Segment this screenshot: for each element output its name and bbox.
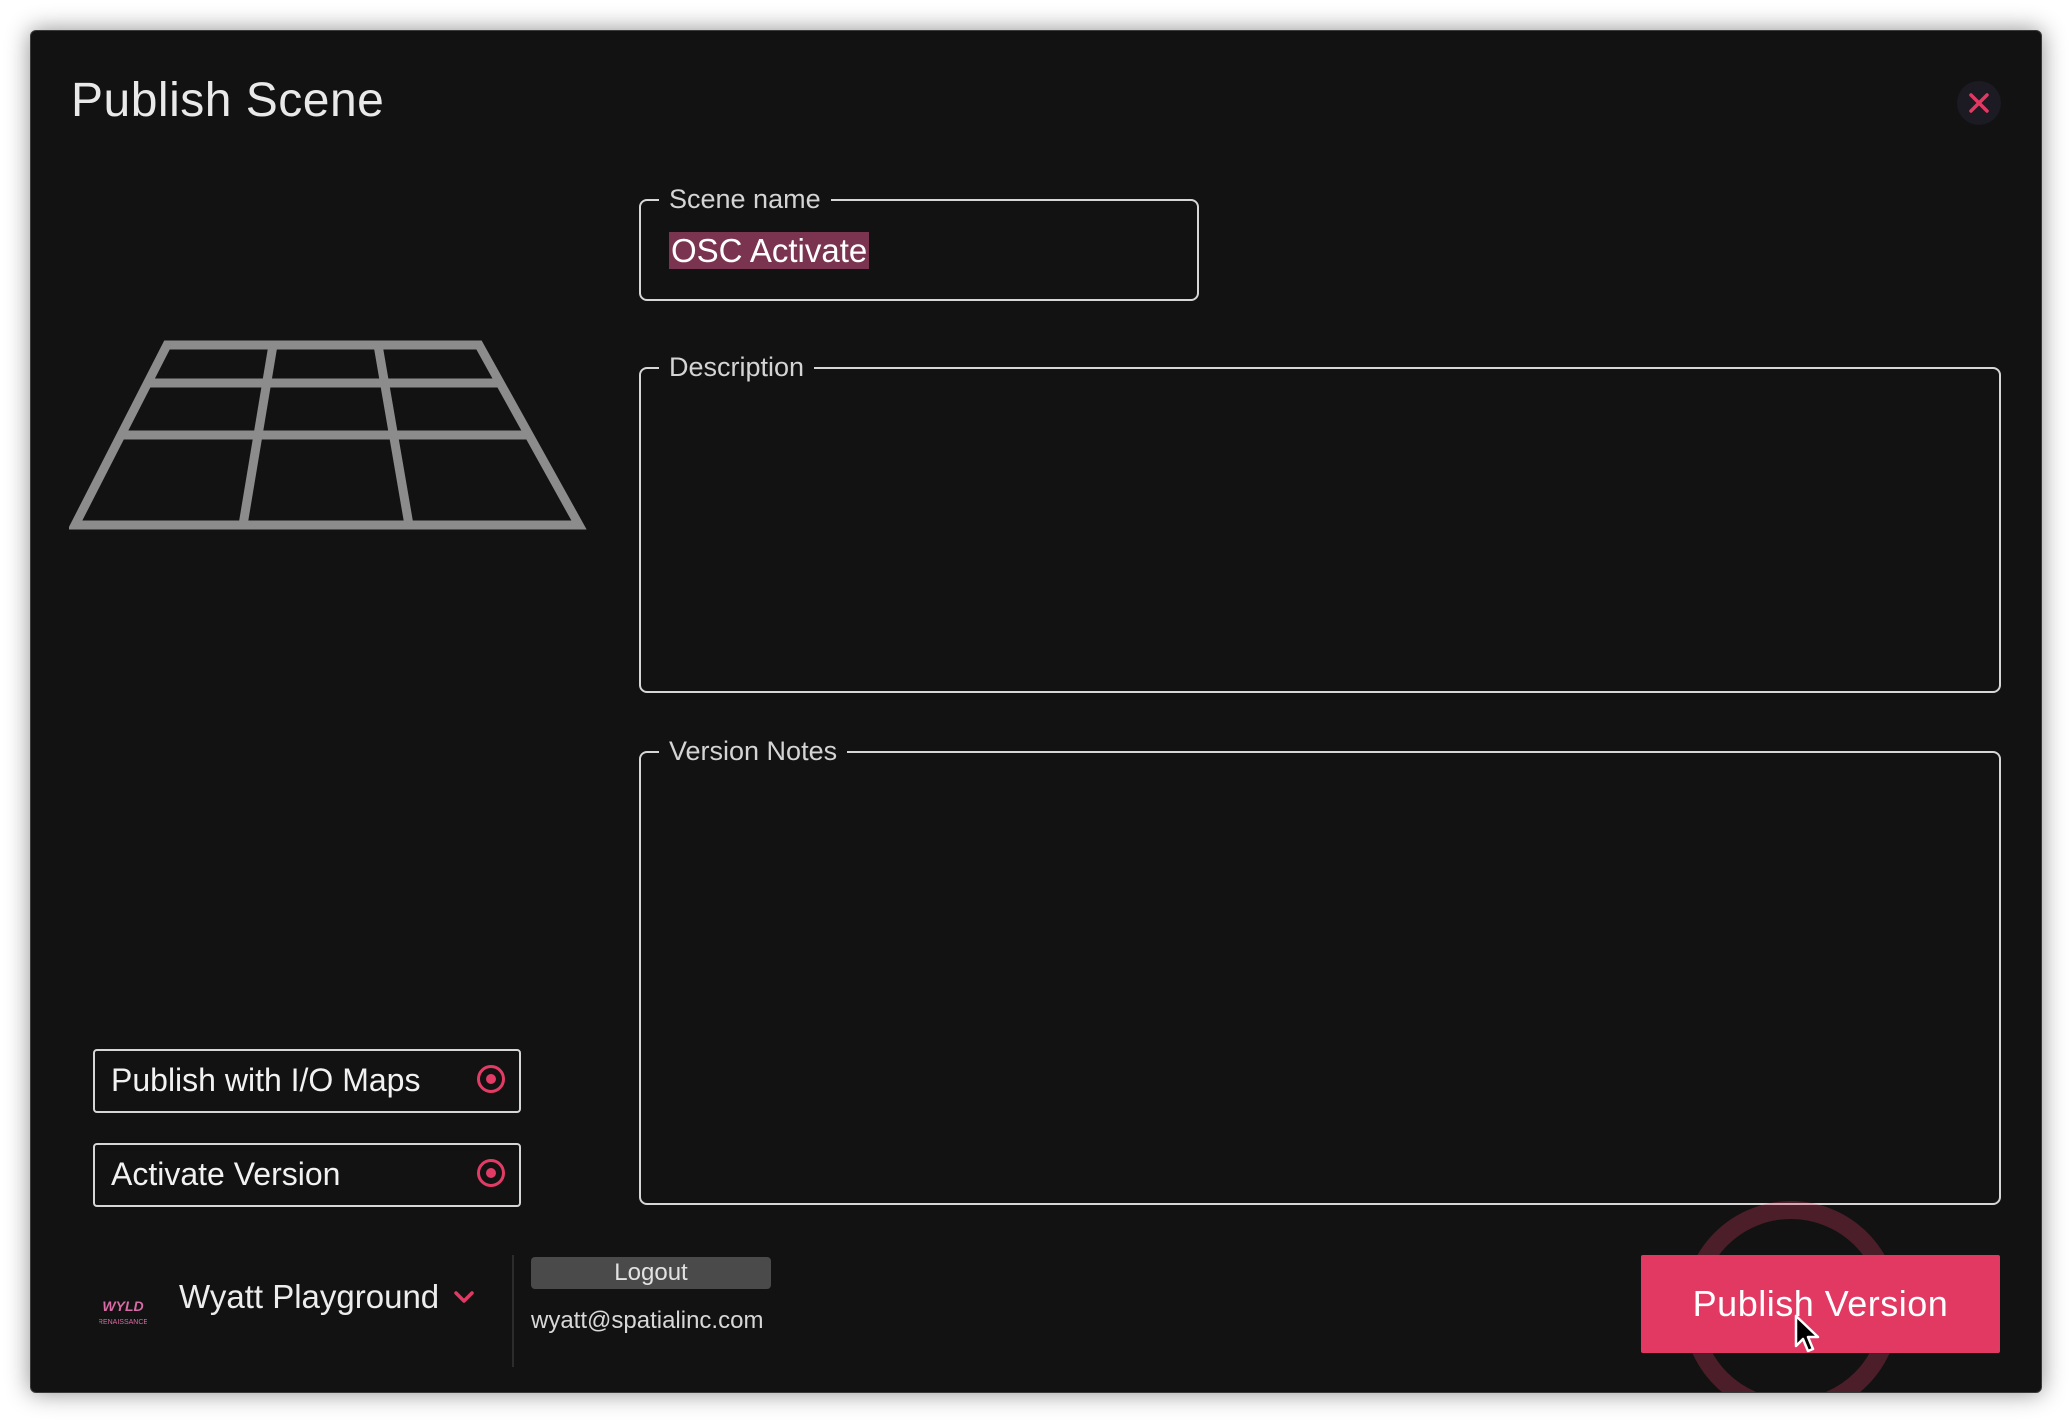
radio-selected-icon[interactable] (477, 1065, 505, 1093)
workspace-selector[interactable]: Wyatt Playground (179, 1277, 475, 1317)
workspace-logo: WYLD RENAISSANCE (99, 1298, 147, 1326)
description-field[interactable]: Description (639, 350, 2001, 693)
footer-divider (512, 1255, 514, 1367)
grid-floor-icon (69, 340, 587, 530)
logout-button[interactable]: Logout (531, 1257, 771, 1289)
scene-name-value: OSC Activate (669, 232, 870, 269)
close-icon (1969, 93, 1989, 113)
scene-name-input[interactable]: OSC Activate (669, 231, 1177, 271)
scene-name-field[interactable]: Scene name OSC Activate (639, 182, 1199, 301)
workspace-name: Wyatt Playground (179, 1278, 440, 1315)
mouse-cursor-icon (1794, 1314, 1820, 1353)
dialog-title: Publish Scene (71, 74, 385, 127)
svg-text:RENAISSANCE: RENAISSANCE (99, 1319, 147, 1326)
version-notes-label: Version Notes (659, 734, 848, 768)
close-button[interactable] (1957, 81, 2001, 125)
publish-with-io-maps-toggle[interactable]: Publish with I/O Maps (93, 1049, 521, 1113)
description-label: Description (659, 350, 815, 384)
svg-text:WYLD: WYLD (102, 1298, 143, 1314)
scene-name-label: Scene name (659, 182, 831, 216)
chevron-down-icon (454, 1291, 474, 1303)
activate-version-label: Activate Version (111, 1156, 341, 1192)
radio-selected-icon[interactable] (477, 1159, 505, 1187)
activate-version-toggle[interactable]: Activate Version (93, 1143, 521, 1207)
publish-with-io-maps-label: Publish with I/O Maps (111, 1062, 421, 1098)
publish-scene-dialog: Publish Scene Scene name OSC Activate De… (30, 30, 2042, 1393)
user-email: wyatt@spatialinc.com (531, 1307, 764, 1334)
version-notes-field[interactable]: Version Notes (639, 734, 2001, 1205)
